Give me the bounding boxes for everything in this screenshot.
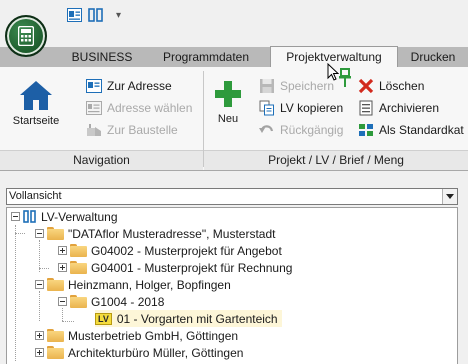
tree-node-project[interactable]: G04002 - Musterprojekt für Angebot (58, 242, 282, 259)
lv-kopieren-button[interactable]: LV kopieren (259, 98, 343, 118)
tab-business[interactable]: BUSINESS (62, 47, 142, 67)
chevron-down-icon[interactable] (442, 189, 457, 204)
quick-access-toolbar: ▾ (52, 0, 121, 30)
tree-node-project[interactable]: G1004 - 2018 (58, 293, 164, 310)
calculator-icon (18, 26, 34, 46)
standard-catalog-icon (359, 124, 373, 136)
save-icon (260, 79, 274, 93)
folder-icon (47, 346, 64, 359)
projekt-group-label: Projekt / LV / Brief / Meng (204, 150, 468, 170)
neu-button[interactable]: Neu (208, 79, 248, 125)
folder-icon (47, 278, 64, 291)
archivieren-button[interactable]: Archivieren (358, 98, 439, 118)
mouse-cursor-icon (327, 63, 339, 81)
tree-line (39, 268, 49, 269)
copy-icon (259, 100, 274, 116)
zur-baustelle-button[interactable]: Zur Baustelle (86, 120, 178, 140)
folder-icon (70, 295, 87, 308)
collapse-icon[interactable] (35, 229, 44, 238)
expand-icon[interactable] (35, 331, 44, 340)
undo-icon (259, 125, 274, 133)
panels-icon (23, 210, 36, 223)
lv-tree: LV-Verwaltung "DATAflor Musteradresse", … (6, 207, 458, 364)
tab-programmdaten[interactable]: Programmdaten (142, 47, 270, 67)
zur-adresse-button[interactable]: Zur Adresse (86, 76, 172, 96)
tree-node-address[interactable]: "DATAflor Musteradresse", Musterstadt (35, 225, 275, 242)
adresse-waehlen-button[interactable]: Adresse wählen (86, 98, 192, 118)
folder-icon (47, 227, 64, 240)
qat-customize-icon[interactable]: ▾ (116, 10, 121, 21)
ribbon-tab-strip: BUSINESS Programmdaten Projektverwaltung… (0, 46, 468, 68)
ribbon: Startseite Zur Adresse Adresse wählen Zu… (0, 63, 468, 171)
tree-node-lv[interactable]: LV 01 - Vorgarten mit Gartenteich (95, 310, 282, 327)
tree-line (39, 291, 40, 321)
app-menu-button[interactable] (5, 15, 47, 57)
tree-node-address[interactable]: Heinzmann, Holger, Bopfingen (35, 276, 231, 293)
rueckgaengig-button[interactable]: Rückgängig (259, 120, 343, 140)
pin-icon[interactable] (339, 68, 351, 88)
tree-node-address[interactable]: Architekturbüro Müller, Göttingen (35, 344, 243, 361)
panels-icon[interactable] (88, 7, 104, 23)
loeschen-button[interactable]: Löschen (358, 76, 424, 96)
collapse-icon[interactable] (11, 212, 20, 221)
expand-icon[interactable] (35, 348, 44, 357)
lv-icon: LV (95, 312, 112, 325)
archive-icon (359, 100, 373, 116)
startseite-button[interactable]: Startseite (6, 79, 66, 127)
collapse-icon[interactable] (35, 280, 44, 289)
navigation-group-label: Navigation (0, 150, 203, 170)
tree-line (15, 225, 16, 361)
expand-icon[interactable] (58, 246, 67, 255)
folder-icon (70, 261, 87, 274)
address-card-icon (86, 79, 102, 93)
als-standard-button[interactable]: Als Standardkat (358, 120, 464, 140)
view-select[interactable]: Vollansicht (6, 188, 458, 205)
folder-icon (47, 329, 64, 342)
address-card-icon[interactable] (66, 7, 82, 23)
tree-node-address[interactable]: Musterbetrieb GmbH, Göttingen (35, 327, 238, 344)
expand-icon[interactable] (58, 263, 67, 272)
construction-site-icon (87, 124, 101, 136)
tree-node-project[interactable]: G04001 - Musterprojekt für Rechnung (58, 259, 292, 276)
tree-line (15, 233, 25, 234)
tree-node-root[interactable]: LV-Verwaltung (11, 208, 118, 225)
home-icon (20, 81, 52, 110)
tab-drucken[interactable]: Drucken (398, 47, 468, 67)
address-list-icon (86, 101, 102, 115)
collapse-icon[interactable] (58, 297, 67, 306)
tree-line (62, 321, 74, 322)
plus-icon (215, 81, 241, 107)
folder-icon (70, 244, 87, 257)
speichern-button[interactable]: Speichern (259, 76, 334, 96)
delete-x-icon (358, 78, 374, 94)
